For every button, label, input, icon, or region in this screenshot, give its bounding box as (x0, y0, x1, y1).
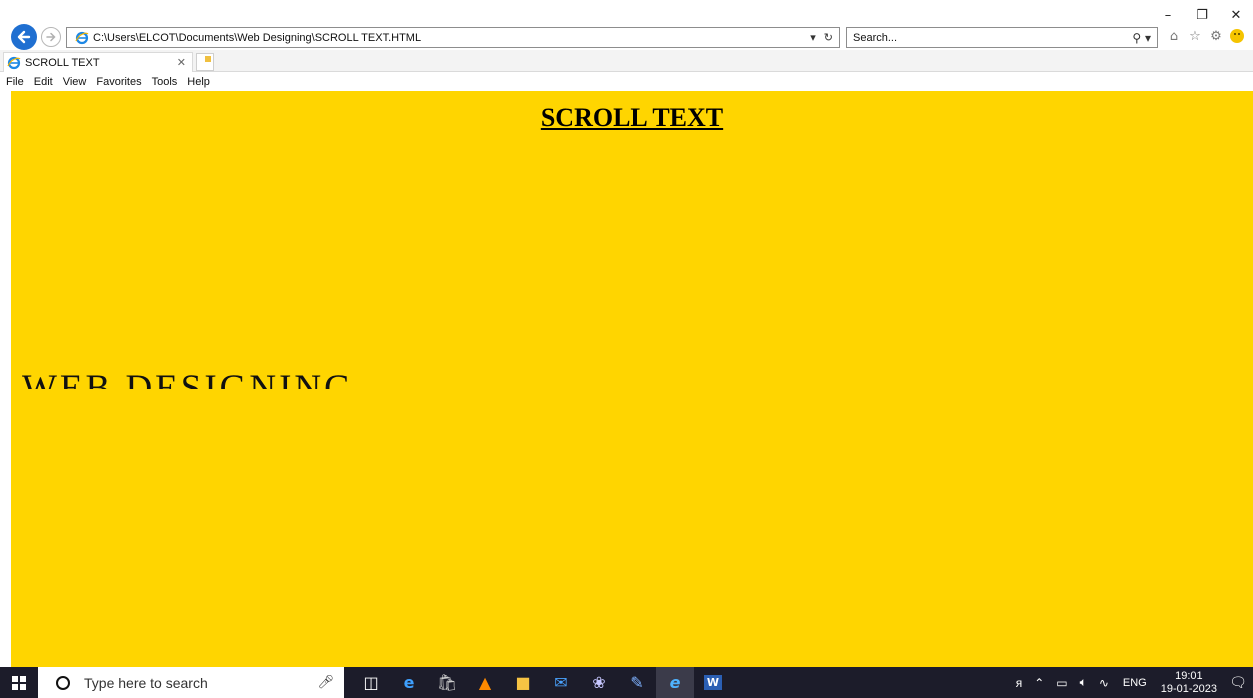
notifications-icon[interactable]: 🗨︎ (1223, 667, 1253, 698)
microphone-icon[interactable]: 🎤︎ (317, 675, 334, 690)
back-arrow-icon (17, 30, 31, 44)
refresh-icon[interactable]: ↻ (824, 31, 833, 44)
address-dropdown-icon[interactable]: ▾ (810, 31, 816, 44)
system-tray: я ⌃ ▭ 🔈︎ ∿ ENG 19:01 19-01-2023 🗨︎ (1010, 667, 1253, 698)
vlc-icon[interactable]: ▲ (466, 667, 504, 698)
tab-title: SCROLL TEXT (25, 56, 100, 69)
search-placeholder: Search... (853, 31, 898, 44)
mail-icon[interactable]: ✉ (542, 667, 580, 698)
marquee: WEB DESIGNING (11, 363, 1253, 389)
tab-scroll-text[interactable]: SCROLL TEXT ✕ (3, 52, 193, 72)
page-heading: SCROLL TEXT (540, 103, 724, 132)
menu-help[interactable]: Help (187, 76, 210, 88)
clock-date: 19-01-2023 (1160, 682, 1217, 695)
navigation-bar: C:\Users\ELCOT\Documents\Web Designing\S… (0, 24, 1253, 50)
internet-explorer-icon[interactable]: e (656, 667, 694, 698)
battery-icon[interactable]: ▭ (1056, 676, 1067, 690)
speaker-icon[interactable]: 🔈︎ (1080, 675, 1087, 690)
taskbar: Type here to search 🎤︎ ◫ e 🛍︎ ▲ ■ ✉ ❀ ✎ … (0, 667, 1253, 698)
store-icon[interactable]: 🛍︎ (428, 667, 466, 698)
task-view-icon[interactable]: ◫ (352, 667, 390, 698)
marquee-text: WEB DESIGNING (22, 368, 354, 389)
word-icon[interactable]: W (694, 667, 732, 698)
tab-strip: SCROLL TEXT ✕ (0, 50, 1253, 72)
windows-logo-icon (12, 675, 26, 690)
menu-tools[interactable]: Tools (152, 76, 178, 88)
forward-button[interactable] (41, 27, 61, 47)
gear-icon[interactable]: ⚙ (1208, 28, 1224, 44)
home-icon[interactable]: ⌂ (1166, 28, 1182, 44)
tab-close-icon[interactable]: ✕ (177, 56, 186, 69)
people-icon[interactable]: я (1016, 676, 1023, 690)
taskbar-search-placeholder: Type here to search (84, 674, 208, 691)
new-tab-button[interactable] (196, 53, 214, 71)
ie-page-icon (75, 31, 89, 44)
start-button[interactable] (0, 667, 38, 698)
clock-time: 19:01 (1175, 669, 1203, 682)
forward-arrow-icon (46, 32, 56, 42)
ie-tab-icon (7, 56, 21, 69)
address-url: C:\Users\ELCOT\Documents\Web Designing\S… (93, 31, 422, 44)
notepad-icon[interactable]: ✎ (618, 667, 656, 698)
edge-icon[interactable]: e (390, 667, 428, 698)
restore-icon[interactable]: ❐ (1185, 4, 1219, 26)
language-indicator[interactable]: ENG (1123, 677, 1147, 689)
address-field[interactable]: C:\Users\ELCOT\Documents\Web Designing\S… (66, 27, 840, 48)
close-icon[interactable]: ✕ (1219, 4, 1253, 26)
window-controls: – ❐ ✕ (1151, 4, 1253, 26)
menu-favorites[interactable]: Favorites (96, 76, 141, 88)
search-field[interactable]: Search... ⚲ ▾ (846, 27, 1158, 48)
minimize-icon[interactable]: – (1151, 4, 1185, 26)
wifi-icon[interactable]: ∿ (1099, 676, 1109, 690)
search-icon[interactable]: ⚲ ▾ (1132, 31, 1151, 45)
chevron-up-icon[interactable]: ⌃ (1034, 676, 1044, 690)
clock[interactable]: 19:01 19-01-2023 (1161, 670, 1217, 696)
menu-file[interactable]: File (6, 76, 24, 88)
feedback-smiley-icon[interactable] (1229, 28, 1245, 44)
menu-bar: File Edit View Favorites Tools Help (0, 73, 1253, 91)
page-content: SCROLL TEXT WEB DESIGNING (11, 91, 1253, 667)
cortana-icon (56, 675, 70, 690)
paint-icon[interactable]: ❀ (580, 667, 618, 698)
back-button[interactable] (11, 24, 37, 50)
favorites-star-icon[interactable]: ☆ (1187, 28, 1203, 44)
menu-view[interactable]: View (63, 76, 87, 88)
menu-edit[interactable]: Edit (34, 76, 53, 88)
file-explorer-icon[interactable]: ■ (504, 667, 542, 698)
taskbar-search[interactable]: Type here to search 🎤︎ (38, 667, 344, 698)
